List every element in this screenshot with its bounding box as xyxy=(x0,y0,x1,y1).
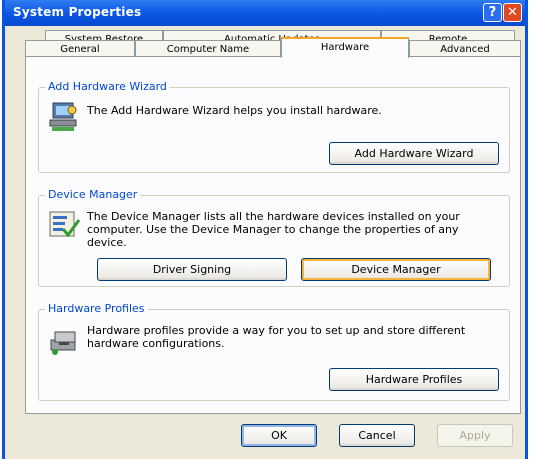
title-bar[interactable]: System Properties ? ✕ xyxy=(5,0,525,26)
device-manager-group: Device Manager The Device Manager lists … xyxy=(38,188,510,287)
hardware-profiles-button[interactable]: Hardware Profiles xyxy=(329,368,499,391)
add-hardware-wizard-title: Add Hardware Wizard xyxy=(45,80,170,93)
help-icon: ? xyxy=(488,5,497,20)
hardware-tab-panel: Add Hardware Wizard The Add Hardware Wiz… xyxy=(25,56,521,414)
device-manager-icon xyxy=(49,211,81,238)
system-properties-window: System Properties ? ✕ System Restore Aut… xyxy=(2,0,528,459)
device-manager-button[interactable]: Device Manager xyxy=(301,258,491,281)
close-icon: ✕ xyxy=(507,5,518,20)
window-title: System Properties xyxy=(13,5,142,19)
hardware-profiles-icon xyxy=(50,331,76,355)
device-manager-title: Device Manager xyxy=(45,188,141,201)
hardware-wizard-icon xyxy=(49,102,77,131)
hardware-profiles-description: Hardware profiles provide a way for you … xyxy=(87,324,466,350)
add-hardware-wizard-group: Add Hardware Wizard The Add Hardware Wiz… xyxy=(38,80,510,173)
hardware-profiles-title: Hardware Profiles xyxy=(45,302,148,315)
driver-signing-button[interactable]: Driver Signing xyxy=(97,258,287,281)
apply-button[interactable]: Apply xyxy=(437,424,513,447)
device-manager-description: The Device Manager lists all the hardwar… xyxy=(87,210,460,249)
close-button[interactable]: ✕ xyxy=(503,3,522,22)
ok-button[interactable]: OK xyxy=(241,424,317,447)
add-hardware-wizard-button[interactable]: Add Hardware Wizard xyxy=(329,142,499,165)
hardware-profiles-group: Hardware Profiles Hardware profiles prov… xyxy=(38,302,510,401)
cancel-button[interactable]: Cancel xyxy=(339,424,415,447)
tab-hardware[interactable]: Hardware xyxy=(281,37,409,58)
add-hardware-wizard-description: The Add Hardware Wizard helps you instal… xyxy=(87,104,382,117)
help-button[interactable]: ? xyxy=(483,3,502,22)
